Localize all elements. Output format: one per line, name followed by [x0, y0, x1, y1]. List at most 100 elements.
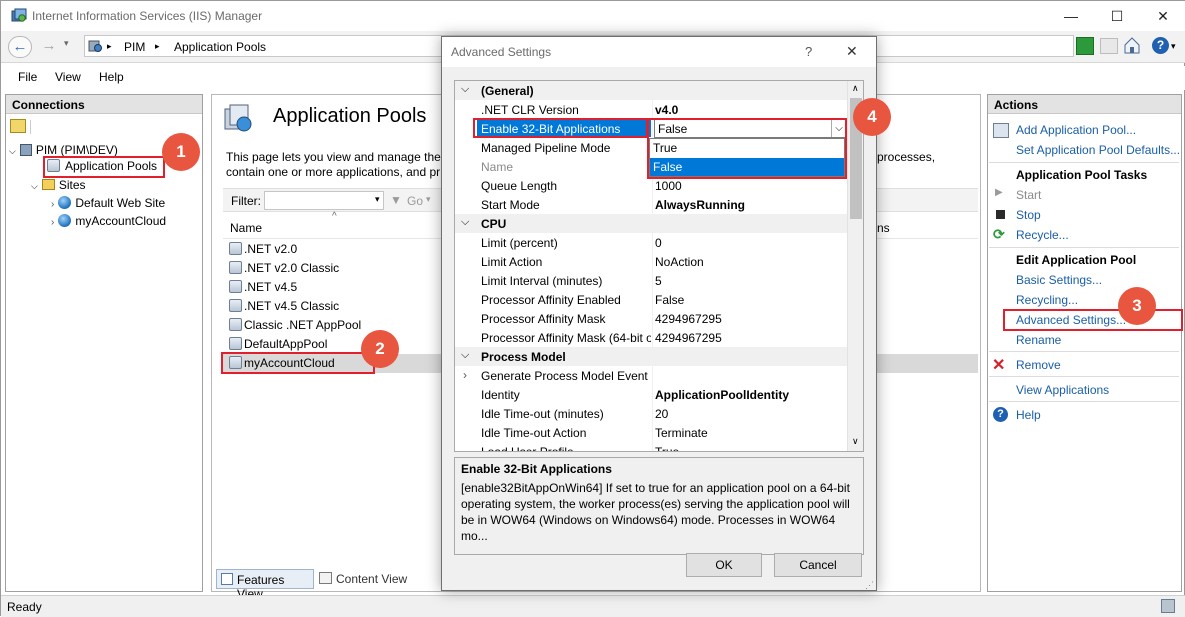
help-icon[interactable]: ? — [1152, 37, 1169, 54]
go-button[interactable]: Go — [407, 194, 423, 208]
content-view-icon — [319, 572, 332, 584]
connect-icon[interactable] — [10, 119, 26, 133]
column-divider — [652, 290, 653, 309]
collapse-icon[interactable]: ⌵ — [461, 83, 469, 96]
set-defaults-link[interactable]: Set Application Pool Defaults... — [1016, 143, 1180, 157]
scroll-down-icon[interactable]: ∨ — [852, 436, 859, 447]
property-row[interactable]: Start Mode AlwaysRunning — [455, 195, 847, 214]
callout-3: 3 — [1118, 287, 1156, 325]
stop-link[interactable]: Stop — [1016, 208, 1041, 222]
property-row[interactable]: Limit (percent) 0 — [455, 233, 847, 252]
filter-dropdown-icon[interactable]: ▾ — [375, 194, 380, 205]
resize-grip-icon[interactable]: ⋰ — [865, 580, 874, 591]
property-value: 4294967295 — [655, 331, 722, 345]
recycling-link[interactable]: Recycling... — [1016, 293, 1078, 307]
list-item[interactable]: .NET v4.5 Classic — [229, 299, 339, 313]
back-button[interactable]: ← — [8, 36, 32, 58]
column-divider — [652, 309, 653, 328]
property-row[interactable]: Processor Affinity Mask (64-bit o 4294967… — [455, 328, 847, 347]
list-item[interactable]: .NET v2.0 Classic — [229, 261, 339, 275]
annotation-box-2 — [221, 352, 375, 374]
content-view-tab[interactable]: Content View — [317, 569, 413, 589]
status-bar: Ready — [1, 595, 1185, 617]
connections-header: Connections — [6, 95, 202, 114]
property-category[interactable]: ⌵ CPU — [455, 214, 847, 233]
edit-app-pool-heading: Edit Application Pool — [1016, 253, 1137, 267]
home-icon[interactable] — [1123, 36, 1141, 55]
list-item[interactable]: DefaultAppPool — [229, 337, 327, 351]
property-row[interactable]: Idle Time-out Action Terminate — [455, 423, 847, 442]
tree-sites-label: Sites — [58, 178, 86, 192]
close-button[interactable]: ✕ — [1140, 1, 1185, 31]
remove-icon: ✕ — [992, 357, 1006, 374]
forward-button[interactable]: → — [37, 36, 61, 58]
go-dropdown-icon[interactable]: ▾ — [426, 194, 431, 205]
list-item[interactable]: Classic .NET AppPool — [229, 318, 361, 332]
help-dropdown-icon[interactable]: ▾ — [1171, 41, 1176, 52]
annotation-box-4b — [647, 118, 847, 179]
property-value: Terminate — [655, 426, 708, 440]
dialog-help-button[interactable]: ? — [805, 44, 812, 59]
view-applications-link[interactable]: View Applications — [1016, 383, 1109, 397]
property-row[interactable]: Limit Action NoAction — [455, 252, 847, 271]
basic-settings-link[interactable]: Basic Settings... — [1016, 273, 1102, 287]
maximize-button[interactable]: ☐ — [1094, 1, 1140, 31]
property-row[interactable]: Identity ApplicationPoolIdentity — [455, 385, 847, 404]
cancel-button[interactable]: Cancel — [774, 553, 862, 577]
crumb-pim[interactable]: PIM — [124, 40, 145, 54]
list-item[interactable]: .NET v4.5 — [229, 280, 297, 294]
expand-icon[interactable]: › — [51, 199, 54, 210]
property-name: Processor Affinity Mask (64-bit o — [481, 331, 651, 345]
column-header-partial[interactable]: ns — [877, 221, 890, 235]
collapse-icon[interactable]: ⌵ — [9, 146, 16, 156]
remove-link[interactable]: Remove — [1016, 358, 1061, 372]
property-row[interactable]: › Generate Process Model Event L — [455, 366, 847, 385]
help-link[interactable]: Help — [1016, 408, 1041, 422]
add-pool-icon — [993, 123, 1009, 138]
property-row[interactable]: Idle Time-out (minutes) 20 — [455, 404, 847, 423]
category-label: Process Model — [481, 350, 566, 364]
list-item[interactable]: .NET v2.0 — [229, 242, 297, 256]
filter-input[interactable] — [264, 191, 384, 210]
history-dropdown-icon[interactable]: ▾ — [64, 38, 69, 49]
start-link[interactable]: Start — [1016, 188, 1041, 202]
actions-divider — [989, 401, 1179, 402]
dialog-close-button[interactable]: ✕ — [846, 43, 858, 60]
column-header-name[interactable]: Name — [230, 221, 262, 235]
application-pools-icon — [224, 104, 252, 132]
property-category[interactable]: ⌵ (General) — [455, 81, 847, 100]
expand-icon[interactable]: › — [51, 217, 54, 228]
property-row[interactable]: .NET CLR Version v4.0 — [455, 100, 847, 119]
property-value: 4294967295 — [655, 312, 722, 326]
menu-view[interactable]: View — [55, 70, 81, 84]
stop-icon[interactable] — [1100, 38, 1118, 54]
collapse-icon[interactable]: ⌵ — [461, 216, 469, 229]
rename-link[interactable]: Rename — [1016, 333, 1061, 347]
property-name: Limit Action — [481, 255, 543, 269]
scroll-up-icon[interactable]: ∧ — [852, 83, 859, 94]
crumb-application-pools[interactable]: Application Pools — [174, 40, 266, 54]
tree-server[interactable]: ⌵ PIM (PIM\DEV) — [9, 143, 118, 157]
property-category[interactable]: ⌵ Process Model — [455, 347, 847, 366]
menu-file[interactable]: File — [18, 70, 37, 84]
minimize-button[interactable]: — — [1048, 1, 1094, 31]
features-view-tab[interactable]: Features View — [216, 569, 314, 601]
property-name: Limit (percent) — [481, 236, 558, 250]
ok-button[interactable]: OK — [686, 553, 762, 577]
tree-site-default[interactable]: › Default Web Site — [51, 196, 165, 210]
property-row[interactable]: Limit Interval (minutes) 5 — [455, 271, 847, 290]
refresh-icon[interactable] — [1076, 37, 1094, 55]
globe-icon — [58, 214, 72, 227]
tree-site-myaccountcloud[interactable]: › myAccountCloud — [51, 214, 166, 228]
tree-sites[interactable]: ⌵ Sites — [31, 178, 86, 192]
property-grid-scrollbar[interactable]: ∧ ∨ — [847, 81, 863, 451]
collapse-icon[interactable]: ⌵ — [461, 349, 469, 362]
property-row[interactable]: Processor Affinity Mask 4294967295 — [455, 309, 847, 328]
property-row[interactable]: Load User Profile True — [455, 442, 847, 451]
add-application-pool-link[interactable]: Add Application Pool... — [1016, 123, 1136, 137]
property-row[interactable]: Processor Affinity Enabled False — [455, 290, 847, 309]
collapse-icon[interactable]: ⌵ — [31, 181, 38, 191]
menu-help[interactable]: Help — [99, 70, 124, 84]
expand-icon[interactable]: › — [463, 368, 467, 382]
recycle-link[interactable]: Recycle... — [1016, 228, 1069, 242]
